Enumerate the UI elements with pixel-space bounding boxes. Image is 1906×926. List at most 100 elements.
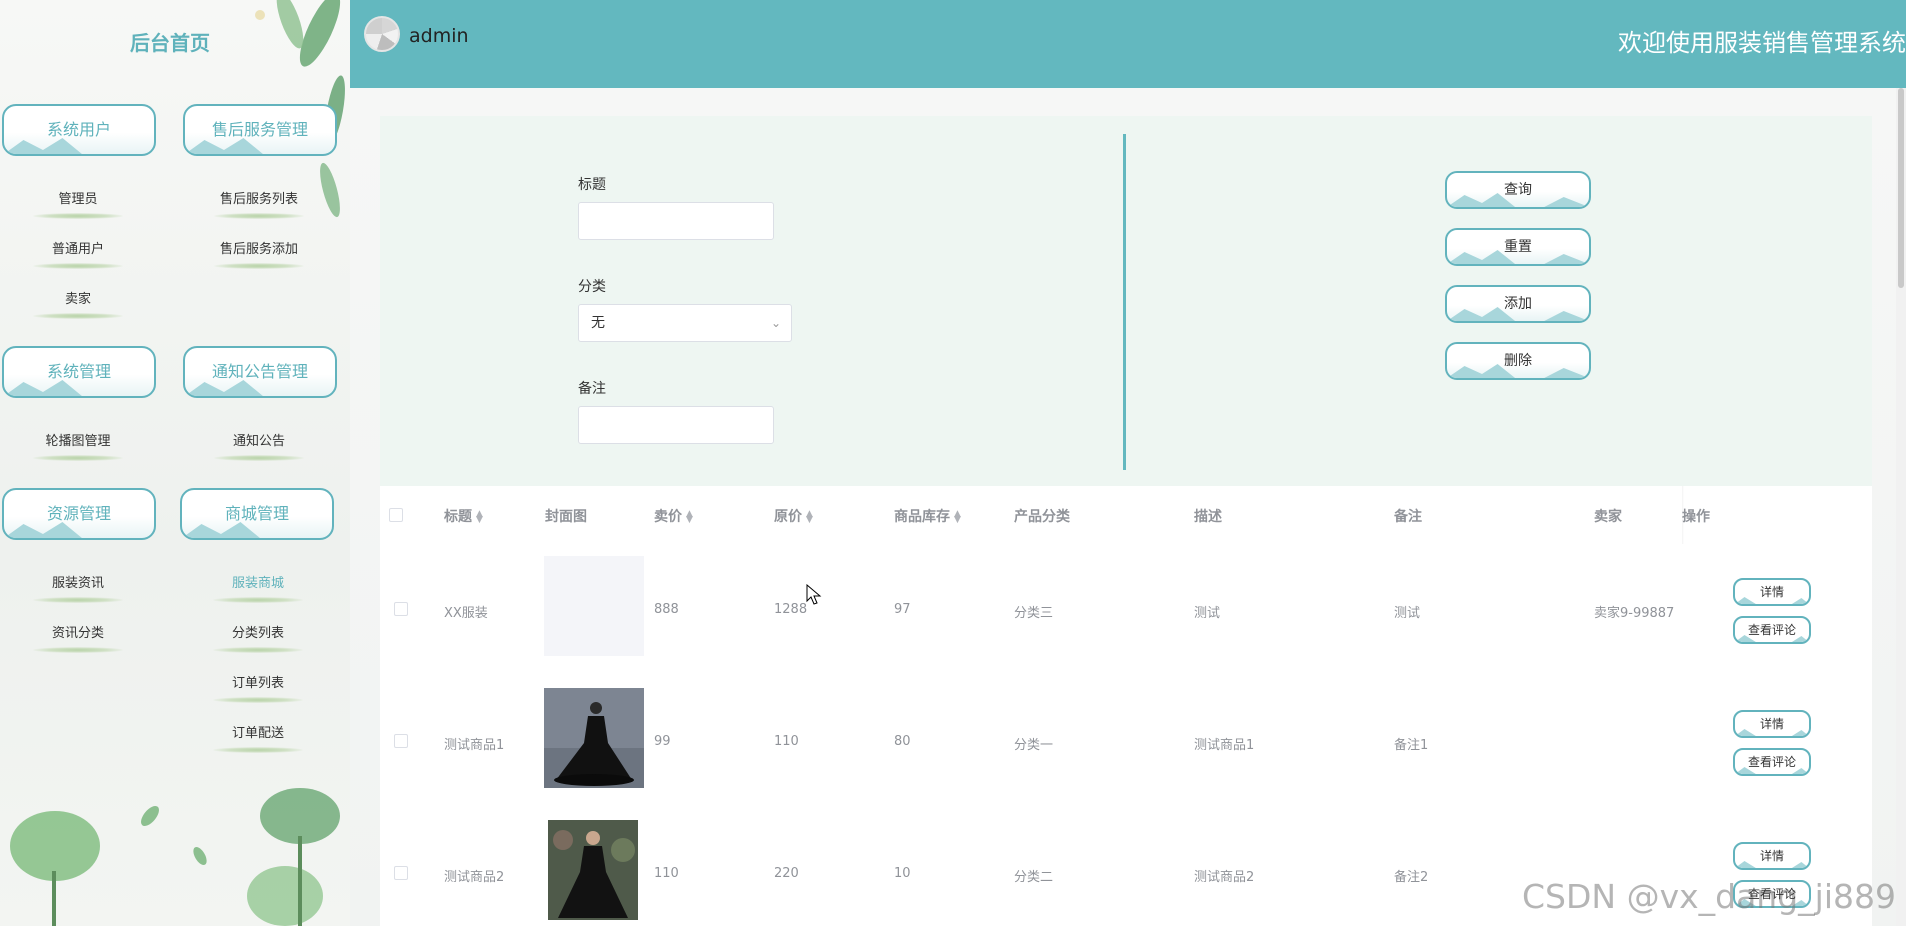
brush-stroke bbox=[214, 455, 304, 461]
remark-input[interactable] bbox=[578, 406, 774, 444]
view-comments-button[interactable]: 查看评论 bbox=[1733, 616, 1811, 644]
col-description: 描述 bbox=[1194, 509, 1222, 525]
menu-group-label: 通知公告管理 bbox=[211, 362, 308, 381]
menu-item-notice[interactable]: 通知公告 bbox=[194, 430, 324, 461]
row-checkbox[interactable] bbox=[394, 734, 408, 748]
menu-item-carousel[interactable]: 轮播图管理 bbox=[13, 430, 143, 461]
cell-price: 99 bbox=[654, 734, 671, 749]
mouse-cursor-icon bbox=[806, 584, 822, 605]
sort-icon[interactable]: ▲ ▼ bbox=[954, 510, 961, 525]
cell-stock: 10 bbox=[894, 866, 911, 881]
detail-button[interactable]: 详情 bbox=[1733, 710, 1811, 738]
row-checkbox[interactable] bbox=[394, 602, 408, 616]
col-actions: 操作 bbox=[1682, 509, 1710, 525]
col-cover: 封面图 bbox=[545, 509, 587, 525]
view-comments-button[interactable]: 查看评论 bbox=[1733, 748, 1811, 776]
select-all-checkbox[interactable] bbox=[389, 508, 403, 522]
menu-item-sellers[interactable]: 卖家 bbox=[13, 288, 143, 319]
cell-title: 测试商品2 bbox=[444, 870, 505, 885]
menu-group-after-sales[interactable]: 售后服务管理 bbox=[183, 104, 337, 156]
menu-group-mall[interactable]: 商城管理 bbox=[180, 488, 334, 540]
view-comments-button-label: 查看评论 bbox=[1747, 887, 1796, 901]
cover-image[interactable] bbox=[544, 556, 644, 656]
cell-original-price: 220 bbox=[774, 866, 799, 881]
menu-item-admins[interactable]: 管理员 bbox=[13, 188, 143, 219]
col-stock[interactable]: 商品库存 ▲ ▼ bbox=[894, 506, 961, 526]
cell-description: 测试商品1 bbox=[1194, 738, 1255, 753]
cell-seller: 卖家9-99887 bbox=[1594, 606, 1675, 621]
brush-stroke bbox=[213, 697, 303, 703]
menu-item-order-delivery[interactable]: 订单配送 bbox=[193, 722, 323, 753]
category-label: 分类 bbox=[578, 279, 606, 295]
col-remark: 备注 bbox=[1394, 509, 1422, 525]
cover-image[interactable] bbox=[548, 820, 638, 920]
menu-item-after-sales-add[interactable]: 售后服务添加 bbox=[194, 238, 324, 269]
detail-button[interactable]: 详情 bbox=[1733, 578, 1811, 606]
brush-stroke bbox=[213, 597, 303, 603]
menu-item-clothing-mall[interactable]: 服装商城 bbox=[193, 572, 323, 603]
table-row: XX服装 888 1288 97 分类三 测试 测试 卖家9-99887 详情 … bbox=[380, 544, 1872, 677]
sort-icon[interactable]: ▲ ▼ bbox=[476, 510, 483, 525]
decorative-lotus bbox=[10, 788, 340, 926]
product-table: 标题 ▲ ▼ 封面图 卖价 ▲ ▼ 原价 ▲ ▼ 商品库存 ▲ ▼ 产品分类 描述 备注 卖家 … bbox=[380, 486, 1872, 926]
main-content: 标题 分类 无 ⌄ 备注 查询 重置 添加 删除 标题 ▲ ▼ 封面图 卖价 ▲… bbox=[350, 88, 1906, 926]
col-category: 产品分类 bbox=[1014, 509, 1070, 525]
brush-stroke bbox=[33, 213, 123, 219]
menu-group-system-users[interactable]: 系统用户 bbox=[2, 104, 156, 156]
menu-group-resources[interactable]: 资源管理 bbox=[2, 488, 156, 540]
col-original-price[interactable]: 原价 ▲ ▼ bbox=[774, 506, 813, 526]
col-seller: 卖家 bbox=[1594, 509, 1622, 525]
brush-stroke bbox=[33, 263, 123, 269]
site-title: 欢迎使用服装销售管理系统 bbox=[1618, 29, 1906, 57]
user-avatar[interactable] bbox=[364, 16, 400, 52]
cell-stock: 97 bbox=[894, 602, 911, 617]
cell-original-price: 110 bbox=[774, 734, 799, 749]
cell-description: 测试 bbox=[1194, 606, 1221, 621]
chevron-down-icon: ⌄ bbox=[770, 316, 781, 330]
brush-stroke bbox=[214, 263, 304, 269]
menu-item-category-list[interactable]: 分类列表 bbox=[193, 622, 323, 653]
vertical-divider bbox=[1123, 134, 1126, 470]
title-label: 标题 bbox=[578, 177, 606, 193]
brush-stroke bbox=[33, 647, 123, 653]
sort-icon[interactable]: ▲ ▼ bbox=[806, 510, 813, 525]
menu-item-users[interactable]: 普通用户 bbox=[13, 238, 143, 269]
reset-button[interactable]: 重置 bbox=[1445, 228, 1591, 266]
table-row: 测试商品2 110 220 10 分类二 测试商品2 备注2 详情 查看评论 bbox=[380, 808, 1872, 926]
menu-item-after-sales-list[interactable]: 售后服务列表 bbox=[194, 188, 324, 219]
menu-group-label: 商城管理 bbox=[224, 504, 289, 523]
title-input[interactable] bbox=[578, 202, 774, 240]
sort-icon[interactable]: ▲ ▼ bbox=[686, 510, 693, 525]
cell-original-price: 1288 bbox=[774, 602, 808, 617]
menu-group-system-admin[interactable]: 系统管理 bbox=[2, 346, 156, 398]
query-button[interactable]: 查询 bbox=[1445, 171, 1591, 209]
view-comments-button-label: 查看评论 bbox=[1747, 755, 1796, 769]
cell-price: 110 bbox=[654, 866, 679, 881]
scrollbar-thumb[interactable] bbox=[1898, 88, 1904, 288]
cell-stock: 80 bbox=[894, 734, 911, 749]
view-comments-button[interactable]: 查看评论 bbox=[1733, 880, 1811, 908]
menu-item-news-categories[interactable]: 资讯分类 bbox=[13, 622, 143, 653]
home-link[interactable]: 后台首页 bbox=[130, 27, 210, 56]
cell-remark: 测试 bbox=[1394, 606, 1421, 621]
category-select[interactable]: 无 ⌄ bbox=[578, 304, 792, 342]
cover-image[interactable] bbox=[544, 688, 644, 788]
delete-button[interactable]: 删除 bbox=[1445, 342, 1591, 380]
cell-description: 测试商品2 bbox=[1194, 870, 1255, 885]
menu-group-label: 售后服务管理 bbox=[211, 120, 308, 139]
col-price[interactable]: 卖价 ▲ ▼ bbox=[654, 506, 693, 526]
detail-button-label: 详情 bbox=[1759, 717, 1784, 731]
username[interactable]: admin bbox=[409, 25, 469, 47]
detail-button[interactable]: 详情 bbox=[1733, 842, 1811, 870]
menu-group-label: 系统管理 bbox=[46, 362, 111, 381]
delete-button-label: 删除 bbox=[1504, 353, 1532, 369]
vertical-scrollbar[interactable] bbox=[1896, 88, 1906, 926]
query-button-label: 查询 bbox=[1504, 182, 1532, 198]
menu-item-order-list[interactable]: 订单列表 bbox=[193, 672, 323, 703]
top-header: admin 欢迎使用服装销售管理系统 bbox=[350, 0, 1906, 88]
row-checkbox[interactable] bbox=[394, 866, 408, 880]
add-button[interactable]: 添加 bbox=[1445, 285, 1591, 323]
col-title[interactable]: 标题 ▲ ▼ bbox=[444, 506, 483, 526]
menu-item-clothing-news[interactable]: 服装资讯 bbox=[13, 572, 143, 603]
menu-group-notices[interactable]: 通知公告管理 bbox=[183, 346, 337, 398]
